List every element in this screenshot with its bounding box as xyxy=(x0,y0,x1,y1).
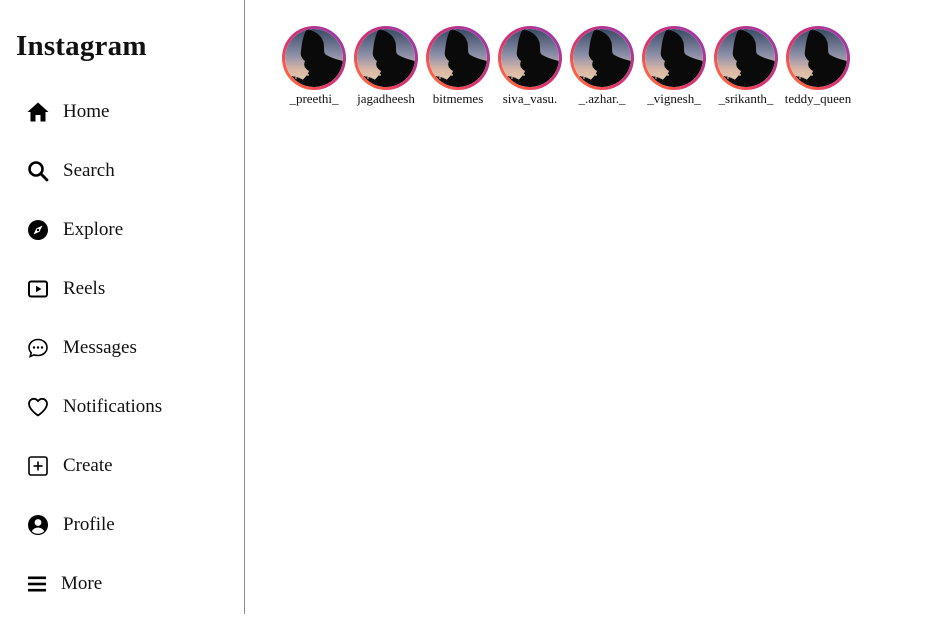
story-ring xyxy=(426,26,490,90)
app-window: Instagram Home Search Explore Reels Mess… xyxy=(0,0,941,630)
story-username: _vignesh_ xyxy=(647,91,701,106)
story-username: siva_vasu. xyxy=(502,91,558,106)
sidebar-item-label: Notifications xyxy=(63,396,163,417)
sidebar-item-label: Create xyxy=(63,455,113,476)
story-avatar xyxy=(501,29,559,87)
story-avatar xyxy=(573,29,631,87)
story-item[interactable]: jagadheesh xyxy=(350,26,422,107)
compass-icon xyxy=(26,218,50,242)
sidebar-item-create[interactable]: Create xyxy=(26,451,113,481)
brand-logo[interactable]: Instagram xyxy=(16,30,147,63)
story-item[interactable]: bitmemes xyxy=(422,26,494,107)
sidebar-item-explore[interactable]: Explore xyxy=(26,215,123,245)
sidebar-item-label: More xyxy=(61,573,103,594)
story-username: _preethi_ xyxy=(289,91,339,106)
story-username: teddy_queen xyxy=(784,91,852,106)
plus-square-icon xyxy=(26,454,50,478)
story-username: _.azhar._ xyxy=(578,91,626,106)
story-ring xyxy=(354,26,418,90)
story-ring xyxy=(786,26,850,90)
stories-bar: _preethi_ jagadheesh bitmemes siva_vasu. _.a… xyxy=(278,26,854,107)
story-ring xyxy=(282,26,346,90)
sidebar-item-reels[interactable]: Reels xyxy=(26,274,105,304)
reels-icon xyxy=(26,277,50,301)
story-avatar xyxy=(429,29,487,87)
chat-bubble-icon xyxy=(26,336,50,360)
story-ring xyxy=(570,26,634,90)
home-icon xyxy=(26,100,50,124)
story-username: _srikanth_ xyxy=(718,91,774,106)
main-feed: _preethi_ jagadheesh bitmemes siva_vasu. _.a… xyxy=(245,0,941,630)
story-item[interactable]: _srikanth_ xyxy=(710,26,782,107)
sidebar-item-messages[interactable]: Messages xyxy=(26,333,137,363)
sidebar-item-label: Reels xyxy=(63,278,106,299)
sidebar-item-label: Home xyxy=(63,101,110,122)
story-ring xyxy=(498,26,562,90)
sidebar-item-label: Profile xyxy=(63,514,115,535)
sidebar-item-label: Explore xyxy=(63,219,124,240)
sidebar-item-search[interactable]: Search xyxy=(26,156,115,186)
story-avatar xyxy=(285,29,343,87)
story-username: bitmemes xyxy=(432,91,484,106)
story-avatar xyxy=(645,29,703,87)
story-avatar xyxy=(789,29,847,87)
story-ring xyxy=(714,26,778,90)
sidebar-item-profile[interactable]: Profile xyxy=(26,510,115,540)
story-item[interactable]: siva_vasu. xyxy=(494,26,566,107)
story-avatar xyxy=(357,29,415,87)
story-username: jagadheesh xyxy=(357,91,415,106)
heart-icon xyxy=(26,395,50,419)
sidebar-item-label: Search xyxy=(63,160,115,181)
story-item[interactable]: teddy_queen xyxy=(782,26,854,107)
sidebar-item-label: Messages xyxy=(63,337,137,358)
story-ring xyxy=(642,26,706,90)
sidebar-item-notifications[interactable]: Notifications xyxy=(26,392,162,422)
menu-icon xyxy=(26,572,50,596)
story-item[interactable]: _vignesh_ xyxy=(638,26,710,107)
sidebar-item-home[interactable]: Home xyxy=(26,97,109,127)
sidebar: Instagram Home Search Explore Reels Mess… xyxy=(0,0,245,614)
story-item[interactable]: _.azhar._ xyxy=(566,26,638,107)
story-avatar xyxy=(717,29,775,87)
user-circle-icon xyxy=(26,513,50,537)
story-item[interactable]: _preethi_ xyxy=(278,26,350,107)
search-icon xyxy=(26,159,50,183)
sidebar-item-more[interactable]: More xyxy=(26,569,102,599)
